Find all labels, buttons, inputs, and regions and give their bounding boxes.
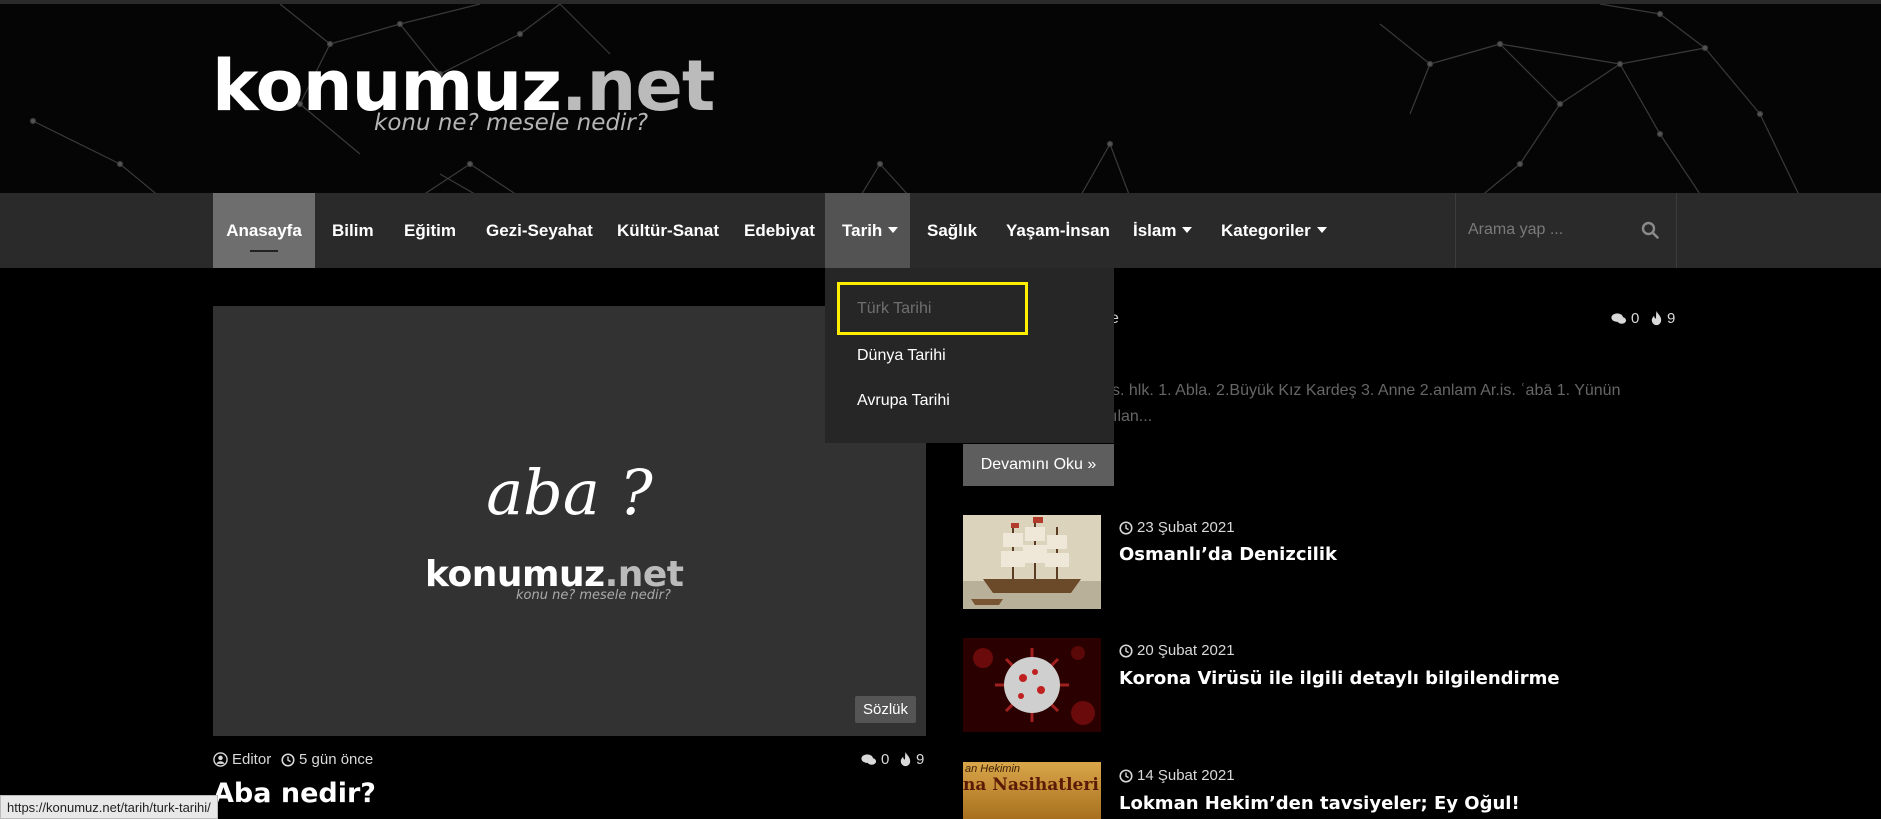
nav-item-yasam-insan[interactable]: Yaşam-İnsan [1006, 193, 1110, 268]
ship-painting-image [963, 515, 1101, 609]
nav-label: İslam [1133, 221, 1177, 240]
nav-item-egitim[interactable]: Eğitim [404, 193, 456, 268]
caret-down-icon [888, 226, 899, 233]
date-text: 20 Şubat 2021 [1137, 642, 1235, 659]
search-input[interactable] [1468, 215, 1628, 245]
nav-item-saglik[interactable]: Sağlık [927, 193, 977, 268]
clock-icon [1119, 768, 1133, 783]
nav-item-kategoriler[interactable]: Kategoriler [1221, 193, 1327, 268]
nav-item-bilim[interactable]: Bilim [332, 193, 374, 268]
post-title[interactable]: Lokman Hekim’den tavsiyeler; Ey Oğul! [1119, 793, 1520, 814]
nav-label: Yaşam-İnsan [1006, 221, 1110, 240]
site-logo[interactable]: konumuz.net konu ne? mesele nedir? [212, 46, 715, 136]
author-name: Editor [232, 751, 272, 768]
right-views-count: 9 [1650, 310, 1675, 327]
views-number: 9 [1667, 310, 1676, 327]
date-text: 23 Şubat 2021 [1137, 519, 1235, 536]
nav-item-tarih[interactable]: Tarih [825, 193, 910, 268]
clock-icon [1119, 643, 1133, 658]
featured-image[interactable]: aba ? konumuz.net konu ne? mesele nedir? [213, 306, 926, 736]
views-count: 9 [899, 751, 924, 768]
comments-icon [861, 753, 877, 765]
post-thumbnail[interactable] [963, 515, 1101, 609]
nav-item-gezi-seyahat[interactable]: Gezi-Seyahat [486, 193, 593, 268]
post-title[interactable]: Osmanlı’da Denizcilik [1119, 544, 1337, 565]
comments-count[interactable]: 0 [861, 751, 889, 768]
user-icon [213, 752, 228, 767]
featured-image-tagline: konu ne? mesele nedir? [516, 588, 671, 603]
status-bar-url: https://konumuz.net/tarih/turk-tarihi/ [0, 795, 218, 819]
nav-label: Gezi-Seyahat [486, 221, 593, 240]
fire-icon [1651, 311, 1662, 326]
nav-label: Edebiyat [744, 221, 815, 240]
clock-icon [281, 752, 295, 767]
nav-item-edebiyat[interactable]: Edebiyat [744, 193, 815, 268]
nav-label: Eğitim [404, 221, 456, 240]
featured-post-title[interactable]: Aba nedir? [213, 778, 376, 809]
post-author[interactable]: Editor [213, 751, 271, 768]
featured-image-text: aba ? [486, 456, 653, 529]
main-nav: Anasayfa Bilim Eğitim Gezi-Seyahat Kültü… [0, 193, 1881, 268]
clock-icon [1119, 520, 1133, 535]
nav-item-kultur-sanat[interactable]: Kültür-Sanat [617, 193, 719, 268]
search-icon[interactable] [1641, 221, 1659, 239]
nav-item-anasayfa[interactable]: Anasayfa [213, 193, 315, 268]
time-text: 5 gün önce [299, 751, 374, 768]
caret-down-icon [1316, 226, 1327, 233]
active-indicator [250, 250, 278, 252]
comments-icon [1611, 312, 1627, 324]
dropdown-item-avrupa-tarihi[interactable]: Avrupa Tarihi [857, 392, 950, 410]
nav-label: Bilim [332, 221, 374, 240]
post-title[interactable]: Korona Virüsü ile ilgili detaylı bilgile… [1119, 668, 1560, 689]
views-number: 9 [916, 751, 925, 768]
category-badge[interactable]: Sözlük [855, 696, 917, 723]
post-date: 23 Şubat 2021 [1119, 519, 1235, 536]
nav-label: Kültür-Sanat [617, 221, 719, 240]
nav-item-islam[interactable]: İslam [1133, 193, 1193, 268]
excerpt-line-1: s. hlk. 1. Abla. 2.Büyük Kız Kardeş 3. A… [1112, 382, 1621, 399]
comments-number: 0 [1631, 310, 1640, 327]
site-header: konumuz.net konu ne? mesele nedir? [0, 0, 1881, 193]
virus-image [963, 638, 1101, 732]
comments-number: 0 [881, 751, 890, 768]
nav-label: Sağlık [927, 221, 978, 240]
logo-tagline: konu ne? mesele nedir? [374, 110, 649, 136]
thumbnail-text: an Hekimin [965, 763, 1021, 775]
read-more-button[interactable]: Devamını Oku » [963, 444, 1114, 486]
date-text: 14 Şubat 2021 [1137, 767, 1235, 784]
fire-icon [900, 752, 911, 767]
post-date: 14 Şubat 2021 [1119, 767, 1235, 784]
dropdown-item-dunya-tarihi[interactable]: Dünya Tarihi [857, 347, 946, 365]
tarih-dropdown-menu: Türk Tarihi Dünya Tarihi Avrupa Tarihi [825, 268, 1114, 443]
dropdown-item-turk-tarihi[interactable]: Türk Tarihi [837, 282, 1028, 335]
caret-down-icon [1182, 226, 1193, 233]
excerpt-line-2: ılan... [1113, 408, 1153, 425]
post-date: 20 Şubat 2021 [1119, 642, 1235, 659]
post-thumbnail[interactable] [963, 638, 1101, 732]
right-comments-count[interactable]: 0 [1611, 310, 1639, 327]
thumbnail-text: na Nasihatleri [963, 775, 1099, 795]
nav-label: Kategoriler [1221, 221, 1311, 240]
nav-label: Tarih [842, 221, 883, 240]
post-time: 5 gün önce [281, 751, 373, 768]
post-thumbnail[interactable]: an Hekimin na Nasihatleri [963, 762, 1101, 819]
nav-label: Anasayfa [226, 221, 302, 240]
